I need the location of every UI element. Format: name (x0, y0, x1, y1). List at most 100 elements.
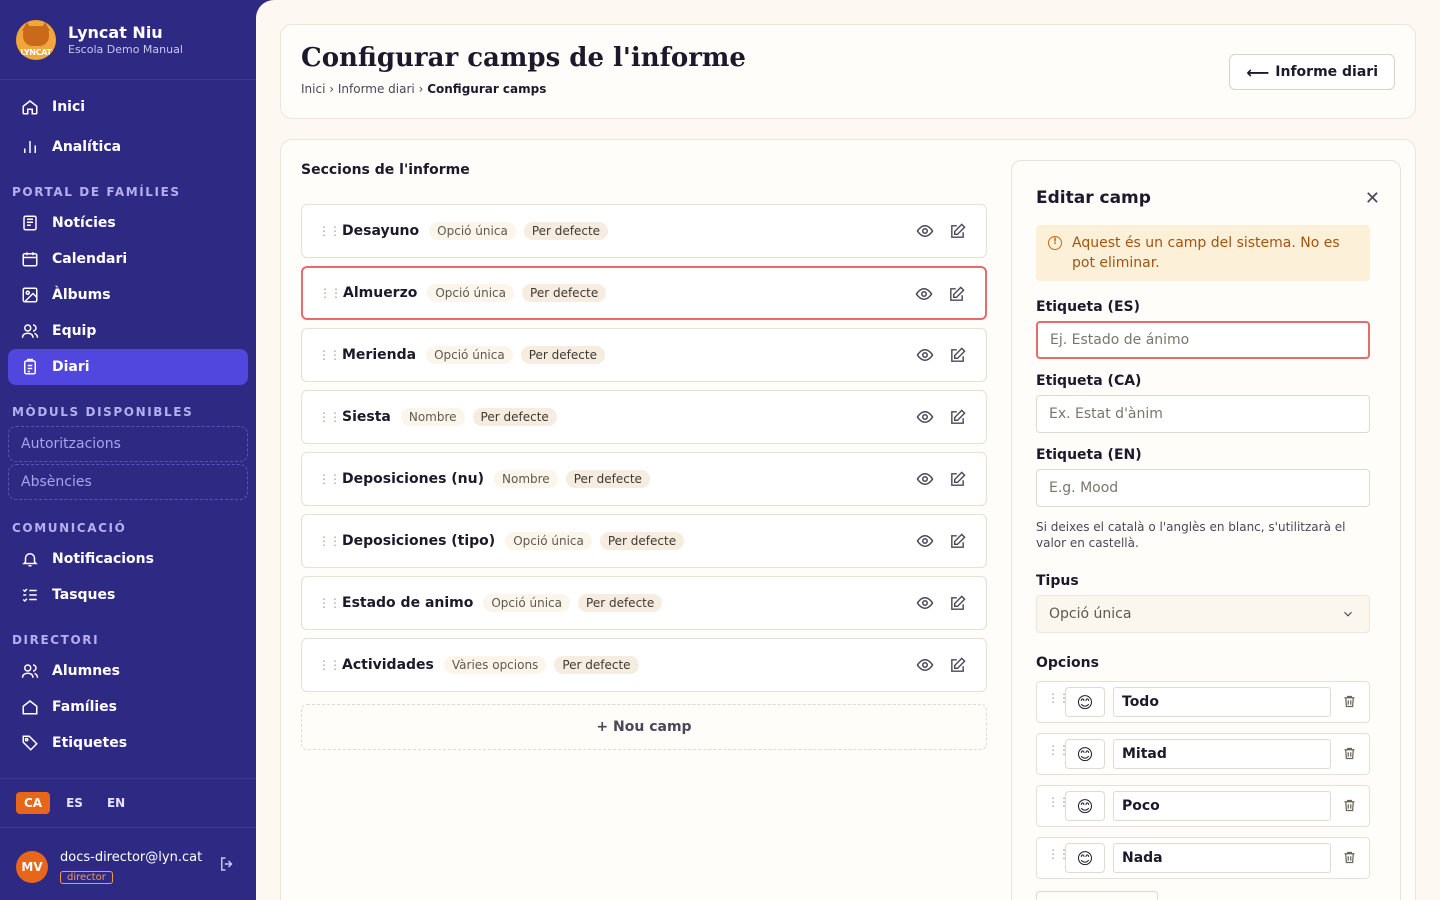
eye-icon[interactable] (916, 408, 934, 426)
option-value-input[interactable] (1113, 843, 1331, 873)
nav-inici[interactable]: Inici (8, 89, 248, 125)
drag-handle-icon[interactable]: ⋮⋮ (318, 225, 341, 237)
trash-icon[interactable] (1342, 798, 1357, 817)
edit-icon[interactable] (948, 656, 966, 674)
edit-icon[interactable] (948, 222, 966, 240)
field-row[interactable]: ⋮⋮ Almuerzo Opció única Per defecte (301, 266, 987, 320)
new-field-button[interactable]: + Nou camp (301, 704, 987, 750)
eye-icon[interactable] (916, 532, 934, 550)
nav-families[interactable]: Famílies (8, 689, 248, 725)
edit-icon[interactable] (948, 346, 966, 364)
eye-icon[interactable] (916, 222, 934, 240)
nav-equip[interactable]: Equip (8, 313, 248, 349)
nav-analitica[interactable]: Analítica (8, 129, 248, 165)
nav-tasques[interactable]: Tasques (8, 577, 248, 613)
trash-icon[interactable] (1342, 850, 1357, 869)
fallback-hint: Si deixes el català o l'anglès en blanc,… (1036, 520, 1346, 550)
drag-handle-icon[interactable]: ⋮⋮ (318, 535, 341, 547)
back-to-report-button[interactable]: ⟵ Informe diari (1229, 54, 1395, 90)
logout-icon[interactable] (218, 855, 236, 877)
eye-icon[interactable] (916, 656, 934, 674)
trash-icon[interactable] (1342, 694, 1357, 713)
edit-icon[interactable] (947, 285, 965, 303)
field-name: Deposiciones (tipo) (342, 533, 496, 549)
drag-handle-icon[interactable]: ⋮⋮ (318, 473, 341, 485)
eye-icon[interactable] (916, 470, 934, 488)
edit-icon[interactable] (948, 408, 966, 426)
option-value-input[interactable] (1113, 687, 1331, 717)
emoji-picker-button[interactable]: 😊 (1065, 791, 1105, 821)
field-type-badge: Nombre (494, 470, 558, 488)
label-ca-input[interactable] (1036, 395, 1370, 433)
add-option-button[interactable] (1036, 891, 1158, 900)
brand[interactable]: LYNCAT Lyncat Niu Escola Demo Manual (0, 0, 256, 80)
nav-alumnes[interactable]: Alumnes (8, 653, 248, 689)
emoji-picker-button[interactable]: 😊 (1065, 687, 1105, 717)
nav-calendari[interactable]: Calendari (8, 241, 248, 277)
default-badge: Per defecte (472, 408, 557, 426)
close-icon[interactable]: ✕ (1365, 188, 1380, 209)
user-profile: MV docs-director@lyn.cat director (16, 845, 248, 889)
field-type-badge: Nombre (400, 408, 465, 426)
edit-panel-title: Editar camp (1036, 188, 1151, 208)
section-directori: DIRECTORI (12, 633, 100, 647)
field-name: Actividades (342, 657, 434, 673)
breadcrumb-inici[interactable]: Inici (301, 82, 325, 96)
default-badge: Per defecte (578, 594, 663, 612)
lang-en[interactable]: EN (99, 792, 133, 814)
nav-notificacions[interactable]: Notificacions (8, 541, 248, 577)
emoji-picker-button[interactable]: 😊 (1065, 843, 1105, 873)
field-row[interactable]: ⋮⋮ Deposiciones (nu) Nombre Per defecte (301, 452, 987, 506)
field-name: Estado de animo (342, 595, 474, 611)
field-row[interactable]: ⋮⋮ Deposiciones (tipo) Opció única Per defe… (301, 514, 987, 568)
options-label: Opcions (1036, 655, 1099, 671)
default-badge: Per defecte (565, 470, 650, 488)
drag-handle-icon[interactable]: ⋮⋮ (318, 349, 341, 361)
drag-handle-icon[interactable]: ⋮⋮ (318, 659, 341, 671)
default-badge: Per defecte (520, 346, 605, 364)
label-es-input[interactable] (1036, 321, 1370, 359)
option-row: ⋮⋮ 😊 (1036, 733, 1370, 775)
drag-handle-icon[interactable]: ⋮⋮ (319, 287, 342, 299)
breadcrumb-current: Configurar camps (427, 82, 547, 96)
emoji-picker-button[interactable]: 😊 (1065, 739, 1105, 769)
nav-albums[interactable]: Àlbums (8, 277, 248, 313)
drag-handle-icon[interactable]: ⋮⋮ (318, 597, 341, 609)
lang-es[interactable]: ES (58, 792, 91, 814)
label-en-input[interactable] (1036, 469, 1370, 507)
image-icon (20, 285, 40, 305)
eye-icon[interactable] (915, 285, 933, 303)
label-en: Etiqueta (EN) (1036, 447, 1142, 463)
edit-icon[interactable] (948, 594, 966, 612)
field-row[interactable]: ⋮⋮ Siesta Nombre Per defecte (301, 390, 987, 444)
field-row[interactable]: ⋮⋮ Estado de animo Opció única Per defecte (301, 576, 987, 630)
section-portal: PORTAL DE FAMÍLIES (12, 185, 181, 199)
edit-icon[interactable] (948, 470, 966, 488)
option-value-input[interactable] (1113, 791, 1331, 821)
default-badge: Per defecte (522, 284, 607, 302)
eye-icon[interactable] (916, 346, 934, 364)
field-row[interactable]: ⋮⋮ Actividades Vàries opcions Per defecte (301, 638, 987, 692)
edit-icon[interactable] (948, 532, 966, 550)
field-name: Deposiciones (nu) (342, 471, 485, 487)
nav-etiquetes[interactable]: Etiquetes (8, 725, 248, 761)
module-autoritzacions[interactable]: Autoritzacions (8, 426, 248, 462)
field-row[interactable]: ⋮⋮ Merienda Opció única Per defecte (301, 328, 987, 382)
lang-ca[interactable]: CA (16, 792, 51, 814)
avatar[interactable]: MV (16, 851, 48, 883)
nav-diari[interactable]: Diari (8, 349, 248, 385)
label-es: Etiqueta (ES) (1036, 299, 1140, 315)
section-modules: MÒDULS DISPONIBLES (12, 405, 194, 419)
sections-title: Seccions de l'informe (301, 162, 470, 178)
module-absencies[interactable]: Absències (8, 464, 248, 500)
drag-handle-icon[interactable]: ⋮⋮ (318, 411, 341, 423)
trash-icon[interactable] (1342, 746, 1357, 765)
field-row[interactable]: ⋮⋮ Desayuno Opció única Per defecte (301, 204, 987, 258)
eye-icon[interactable] (916, 594, 934, 612)
type-select[interactable]: Opció única (1036, 595, 1370, 633)
option-value-input[interactable] (1113, 739, 1331, 769)
tag-icon (20, 733, 40, 753)
breadcrumb-informe[interactable]: Informe diari (338, 82, 415, 96)
alert-circle-icon: ! (1048, 236, 1062, 250)
nav-noticies[interactable]: Notícies (8, 205, 248, 241)
